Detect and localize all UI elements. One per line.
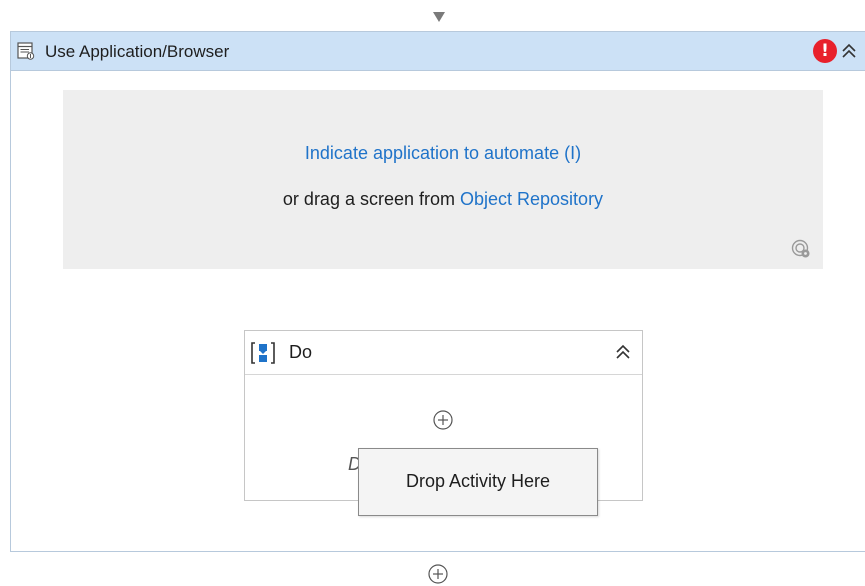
object-repository-link[interactable]: Object Repository — [460, 189, 603, 209]
flow-arrow-down-icon — [433, 12, 445, 22]
do-title: Do — [289, 342, 313, 362]
indicate-application-link[interactable]: Indicate application to automate (I) — [63, 143, 823, 164]
add-activity-below-icon[interactable] — [428, 564, 448, 584]
target-settings-icon[interactable] — [791, 239, 811, 259]
drag-screen-text: or drag a screen from — [282, 189, 460, 209]
collapse-do-button[interactable] — [614, 343, 632, 361]
do-header[interactable]: Do — [245, 331, 642, 375]
drag-screen-hint: or drag a screen from Object Repository — [63, 189, 823, 210]
drop-activity-tooltip: Drop Activity Here — [358, 448, 598, 516]
indicate-target-area: Indicate application to automate (I) or … — [63, 90, 823, 269]
activity-header[interactable]: Use Application/Browser ! — [11, 32, 865, 71]
activity-title: Use Application/Browser — [45, 42, 230, 61]
workflow-canvas: Use Application/Browser ! Indicate appli… — [0, 0, 865, 586]
error-icon[interactable]: ! — [813, 39, 837, 63]
add-activity-icon[interactable] — [433, 410, 453, 430]
collapse-activity-button[interactable] — [839, 41, 859, 61]
application-window-icon — [17, 42, 35, 60]
tooltip-text: Drop Activity Here — [405, 471, 551, 491]
sequence-icon — [251, 342, 275, 364]
